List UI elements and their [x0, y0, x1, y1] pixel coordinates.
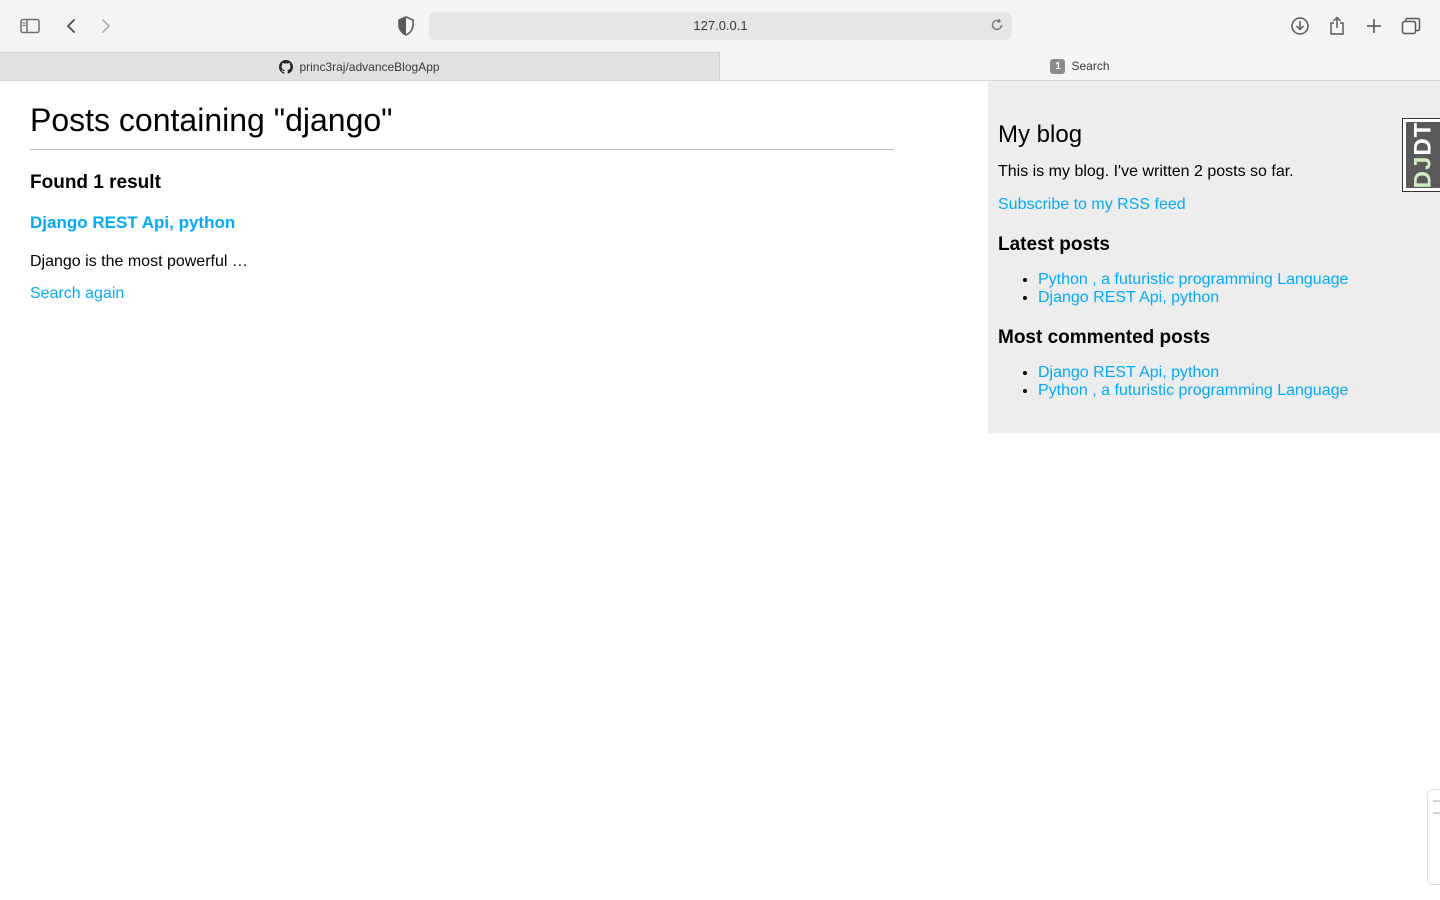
- list-item: Python , a futuristic programming Langua…: [1038, 382, 1430, 400]
- result-title-link[interactable]: Django REST Api, python: [30, 213, 235, 232]
- list-item: Python , a futuristic programming Langua…: [1038, 271, 1430, 289]
- sidebar-intro: This is my blog. I've written 2 posts so…: [998, 163, 1294, 180]
- most-commented-heading: Most commented posts: [998, 327, 1211, 348]
- tab-github[interactable]: princ3raj/advanceBlogApp: [0, 52, 720, 80]
- page-title: Posts containing "django": [30, 101, 894, 150]
- address-bar[interactable]: 127.0.0.1: [429, 12, 1012, 40]
- latest-posts-list: Python , a futuristic programming Langua…: [998, 271, 1430, 307]
- search-result-item: Django REST Api, python: [30, 213, 894, 233]
- most-commented-post-link[interactable]: Python , a futuristic programming Langua…: [1038, 382, 1348, 399]
- tab-overview-icon[interactable]: [1399, 14, 1423, 38]
- list-item: Django REST Api, python: [1038, 364, 1430, 382]
- latest-post-link[interactable]: Django REST Api, python: [1038, 289, 1219, 306]
- forward-icon[interactable]: [94, 14, 118, 38]
- most-commented-post-link[interactable]: Django REST Api, python: [1038, 364, 1219, 381]
- tab-search[interactable]: 1 Search: [720, 52, 1440, 80]
- tab-label: princ3raj/advanceBlogApp: [299, 59, 440, 74]
- url-text: 127.0.0.1: [693, 18, 748, 33]
- sidebar-toggle-icon[interactable]: [18, 14, 42, 38]
- browser-toolbar: 127.0.0.1: [0, 0, 1440, 52]
- main-content: Posts containing "django" Found 1 result…: [30, 81, 894, 303]
- privacy-shield-icon[interactable]: [397, 16, 415, 36]
- favicon-badge-icon: 1: [1050, 58, 1066, 74]
- downloads-icon[interactable]: [1288, 14, 1312, 38]
- most-commented-list: Django REST Api, python Python , a futur…: [998, 364, 1430, 400]
- sidebar-title: My blog: [998, 121, 1083, 148]
- reload-icon[interactable]: [990, 18, 1006, 34]
- share-icon[interactable]: [1325, 14, 1349, 38]
- djdt-logo: DJDT: [1409, 121, 1437, 189]
- tab-bar: princ3raj/advanceBlogApp 1 Search: [0, 52, 1440, 81]
- new-tab-icon[interactable]: [1362, 14, 1386, 38]
- result-snippet: Django is the most powerful …: [30, 253, 248, 270]
- list-item: Django REST Api, python: [1038, 289, 1430, 307]
- page-viewport: Posts containing "django" Found 1 result…: [0, 81, 1440, 900]
- rss-feed-link[interactable]: Subscribe to my RSS feed: [998, 196, 1430, 214]
- django-debug-toolbar-handle[interactable]: DJDT: [1402, 118, 1440, 192]
- search-again-link[interactable]: Search again: [30, 285, 124, 303]
- sidebar: My blog This is my blog. I've written 2 …: [988, 81, 1440, 433]
- back-icon[interactable]: [59, 14, 83, 38]
- latest-posts-heading: Latest posts: [998, 234, 1110, 255]
- tab-label: Search: [1071, 59, 1110, 73]
- github-icon: [279, 59, 294, 74]
- side-widget-tab[interactable]: [1427, 789, 1440, 885]
- latest-post-link[interactable]: Python , a futuristic programming Langua…: [1038, 271, 1348, 288]
- result-count: Found 1 result: [30, 172, 161, 193]
